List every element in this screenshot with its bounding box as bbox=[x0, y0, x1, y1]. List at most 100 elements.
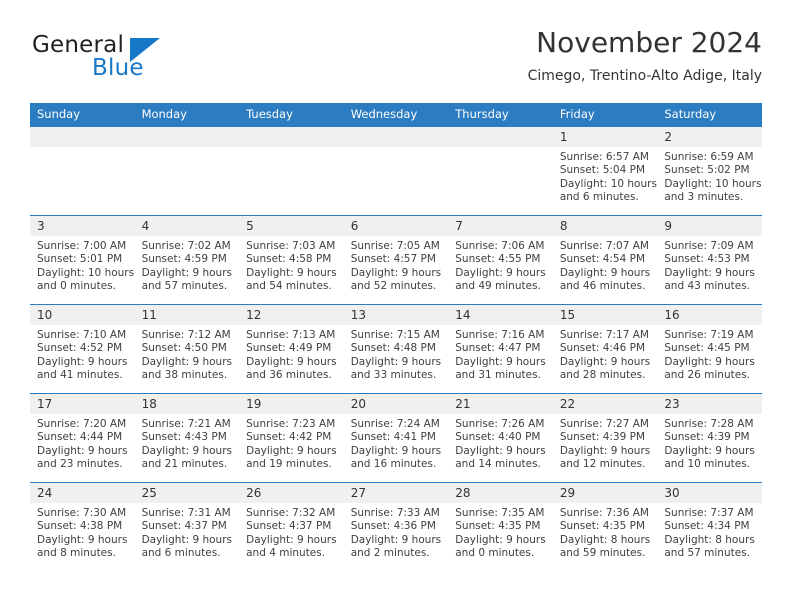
daylight-duration-line1: Daylight: 10 hours bbox=[559, 177, 657, 190]
daylight-duration-line1: Daylight: 9 hours bbox=[246, 355, 337, 368]
sunrise-time: Sunrise: 7:31 AM bbox=[141, 507, 231, 519]
day-number bbox=[134, 127, 240, 147]
daylight-duration-line2: and 54 minutes. bbox=[246, 280, 332, 293]
daylight-duration-line1: Daylight: 9 hours bbox=[559, 355, 651, 368]
calendar-day-cell[interactable]: 27 Sunrise: 7:33 AM Sunset: 4:36 PM Dayligh… bbox=[343, 482, 449, 571]
sunset-time: Sunset: 4:42 PM bbox=[246, 431, 332, 444]
sunrise-time: Sunrise: 7:24 AM bbox=[350, 418, 440, 430]
sunrise-time: Sunrise: 7:28 AM bbox=[664, 418, 754, 430]
daylight-duration-line2: and 0 minutes. bbox=[37, 280, 116, 293]
sunset-time: Sunset: 4:58 PM bbox=[246, 253, 332, 266]
sunset-time: Sunset: 4:43 PM bbox=[141, 431, 227, 444]
daylight-duration-line1: Daylight: 9 hours bbox=[664, 266, 755, 279]
calendar-day-cell[interactable]: 18 Sunrise: 7:21 AM Sunset: 4:43 PM Dayligh… bbox=[134, 393, 240, 483]
calendar-day-cell[interactable]: 8 Sunrise: 7:07 AM Sunset: 4:54 PM Daylight… bbox=[552, 215, 658, 305]
day-number: 30 bbox=[657, 483, 762, 503]
calendar-day-cell[interactable]: 2 Sunrise: 6:59 AM Sunset: 5:02 PM Daylight… bbox=[657, 126, 762, 216]
calendar-day-cell[interactable]: 25 Sunrise: 7:31 AM Sunset: 4:37 PM Dayligh… bbox=[134, 482, 240, 571]
calendar-day-cell[interactable]: 23 Sunrise: 7:28 AM Sunset: 4:39 PM Dayligh… bbox=[657, 393, 762, 483]
day-number: 19 bbox=[239, 394, 344, 414]
sunset-time: Sunset: 4:45 PM bbox=[664, 342, 750, 355]
calendar-day-cell[interactable]: 21 Sunrise: 7:26 AM Sunset: 4:40 PM Dayligh… bbox=[448, 393, 553, 483]
calendar-day-cell[interactable]: 29 Sunrise: 7:36 AM Sunset: 4:35 PM Dayligh… bbox=[552, 482, 658, 571]
calendar-day-cell[interactable]: 24 Sunrise: 7:30 AM Sunset: 4:38 PM Dayligh… bbox=[30, 482, 135, 571]
calendar-day-cell[interactable]: 6 Sunrise: 7:05 AM Sunset: 4:57 PM Daylight… bbox=[343, 215, 449, 305]
calendar-day-cell[interactable]: 19 Sunrise: 7:23 AM Sunset: 4:42 PM Dayligh… bbox=[239, 393, 344, 483]
calendar-day-cell[interactable]: 12 Sunrise: 7:13 AM Sunset: 4:49 PM Dayligh… bbox=[239, 304, 344, 394]
day-sun-info: Sunrise: 7:02 AM Sunset: 4:59 PM Daylight:… bbox=[135, 236, 240, 294]
day-number: 20 bbox=[343, 394, 449, 414]
day-sun-info: Sunrise: 7:20 AM Sunset: 4:44 PM Daylight:… bbox=[30, 414, 135, 472]
daylight-duration-line2: and 3 minutes. bbox=[664, 191, 744, 204]
calendar-day-cell[interactable]: 15 Sunrise: 7:17 AM Sunset: 4:46 PM Dayligh… bbox=[552, 304, 658, 394]
day-number: 22 bbox=[552, 394, 658, 414]
day-number: 7 bbox=[448, 216, 553, 236]
calendar-day-cell[interactable]: 30 Sunrise: 7:37 AM Sunset: 4:34 PM Dayligh… bbox=[657, 482, 762, 571]
brand-logo[interactable]: General Blue bbox=[30, 32, 240, 92]
sunrise-time: Sunrise: 7:35 AM bbox=[455, 507, 545, 519]
sunset-time: Sunset: 4:53 PM bbox=[664, 253, 750, 266]
daylight-duration-line2: and 28 minutes. bbox=[559, 369, 646, 382]
day-number: 15 bbox=[552, 305, 658, 325]
calendar-day-cell[interactable]: 22 Sunrise: 7:27 AM Sunset: 4:39 PM Dayligh… bbox=[552, 393, 658, 483]
sunset-time: Sunset: 4:57 PM bbox=[350, 253, 436, 266]
day-number: 5 bbox=[239, 216, 344, 236]
day-sun-info: Sunrise: 7:28 AM Sunset: 4:39 PM Daylight:… bbox=[657, 414, 762, 472]
day-sun-info: Sunrise: 7:31 AM Sunset: 4:37 PM Daylight:… bbox=[135, 503, 240, 561]
calendar-day-cell[interactable]: 16 Sunrise: 7:19 AM Sunset: 4:45 PM Dayligh… bbox=[657, 304, 762, 394]
daylight-duration-line2: and 33 minutes. bbox=[350, 369, 437, 382]
daylight-duration-line1: Daylight: 9 hours bbox=[455, 355, 546, 368]
sunrise-time: Sunrise: 7:07 AM bbox=[559, 240, 649, 252]
calendar-day-cell[interactable]: 1 Sunrise: 6:57 AM Sunset: 5:04 PM Daylight… bbox=[552, 126, 658, 216]
daylight-duration-line2: and 38 minutes. bbox=[141, 369, 228, 382]
daylight-duration-line1: Daylight: 9 hours bbox=[559, 444, 651, 457]
daylight-duration-line2: and 14 minutes. bbox=[455, 458, 541, 471]
calendar-day-cell[interactable]: 10 Sunrise: 7:10 AM Sunset: 4:52 PM Dayligh… bbox=[30, 304, 135, 394]
calendar-day-cell[interactable]: 28 Sunrise: 7:35 AM Sunset: 4:35 PM Dayligh… bbox=[448, 482, 553, 571]
calendar-empty-cell bbox=[30, 126, 135, 216]
day-sun-info: Sunrise: 7:23 AM Sunset: 4:42 PM Daylight:… bbox=[239, 414, 344, 472]
weekday-header-saturday: Saturday bbox=[657, 103, 762, 127]
daylight-duration-line1: Daylight: 9 hours bbox=[350, 444, 442, 457]
day-number: 23 bbox=[657, 394, 762, 414]
sunset-time: Sunset: 4:41 PM bbox=[350, 431, 436, 444]
daylight-duration-line1: Daylight: 9 hours bbox=[455, 266, 546, 279]
day-number: 18 bbox=[134, 394, 240, 414]
daylight-duration-line2: and 23 minutes. bbox=[37, 458, 123, 471]
title-block: November 2024 Cimego, Trentino-Alto Adig… bbox=[528, 26, 762, 86]
calendar-day-cell[interactable]: 4 Sunrise: 7:02 AM Sunset: 4:59 PM Daylight… bbox=[134, 215, 240, 305]
calendar-week-row: 3 Sunrise: 7:00 AM Sunset: 5:01 PM Daylight… bbox=[30, 215, 762, 305]
sunset-time: Sunset: 5:02 PM bbox=[664, 164, 750, 177]
weekday-header-sunday: Sunday bbox=[30, 103, 135, 127]
calendar-day-cell[interactable]: 9 Sunrise: 7:09 AM Sunset: 4:53 PM Daylight… bbox=[657, 215, 762, 305]
calendar-day-cell[interactable]: 14 Sunrise: 7:16 AM Sunset: 4:47 PM Dayligh… bbox=[448, 304, 553, 394]
daylight-duration-line1: Daylight: 9 hours bbox=[246, 266, 337, 279]
daylight-duration-line2: and 49 minutes. bbox=[455, 280, 541, 293]
calendar-day-cell[interactable]: 17 Sunrise: 7:20 AM Sunset: 4:44 PM Dayligh… bbox=[30, 393, 135, 483]
day-sun-info: Sunrise: 7:03 AM Sunset: 4:58 PM Daylight:… bbox=[239, 236, 344, 294]
daylight-duration-line1: Daylight: 8 hours bbox=[559, 533, 651, 546]
sunrise-time: Sunrise: 7:10 AM bbox=[37, 329, 127, 341]
calendar-day-cell[interactable]: 13 Sunrise: 7:15 AM Sunset: 4:48 PM Dayligh… bbox=[343, 304, 449, 394]
sunrise-time: Sunrise: 7:16 AM bbox=[455, 329, 545, 341]
calendar-week-row: 24 Sunrise: 7:30 AM Sunset: 4:38 PM Dayligh… bbox=[30, 482, 762, 571]
weekday-header-thursday: Thursday bbox=[448, 103, 553, 127]
calendar-day-cell[interactable]: 5 Sunrise: 7:03 AM Sunset: 4:58 PM Daylight… bbox=[239, 215, 344, 305]
calendar-day-cell[interactable]: 11 Sunrise: 7:12 AM Sunset: 4:50 PM Dayligh… bbox=[134, 304, 240, 394]
sunset-time: Sunset: 5:01 PM bbox=[37, 253, 123, 266]
calendar-week-row: 1 Sunrise: 6:57 AM Sunset: 5:04 PM Daylight… bbox=[30, 126, 762, 216]
sunrise-time: Sunrise: 7:23 AM bbox=[246, 418, 336, 430]
day-sun-info: Sunrise: 7:21 AM Sunset: 4:43 PM Daylight:… bbox=[135, 414, 240, 472]
calendar-day-cell[interactable]: 7 Sunrise: 7:06 AM Sunset: 4:55 PM Daylight… bbox=[448, 215, 553, 305]
calendar-day-cell[interactable]: 20 Sunrise: 7:24 AM Sunset: 4:41 PM Dayligh… bbox=[343, 393, 449, 483]
sunrise-time: Sunrise: 7:12 AM bbox=[141, 329, 231, 341]
day-number: 24 bbox=[30, 483, 135, 503]
sunrise-time: Sunrise: 7:21 AM bbox=[141, 418, 231, 430]
day-number bbox=[343, 127, 449, 147]
sunrise-time: Sunrise: 6:57 AM bbox=[559, 151, 649, 163]
daylight-duration-line2: and 10 minutes. bbox=[664, 458, 751, 471]
calendar-day-cell[interactable]: 3 Sunrise: 7:00 AM Sunset: 5:01 PM Daylight… bbox=[30, 215, 135, 305]
day-number: 13 bbox=[343, 305, 449, 325]
calendar-day-cell[interactable]: 26 Sunrise: 7:32 AM Sunset: 4:37 PM Dayligh… bbox=[239, 482, 344, 571]
calendar-empty-cell bbox=[448, 126, 553, 216]
